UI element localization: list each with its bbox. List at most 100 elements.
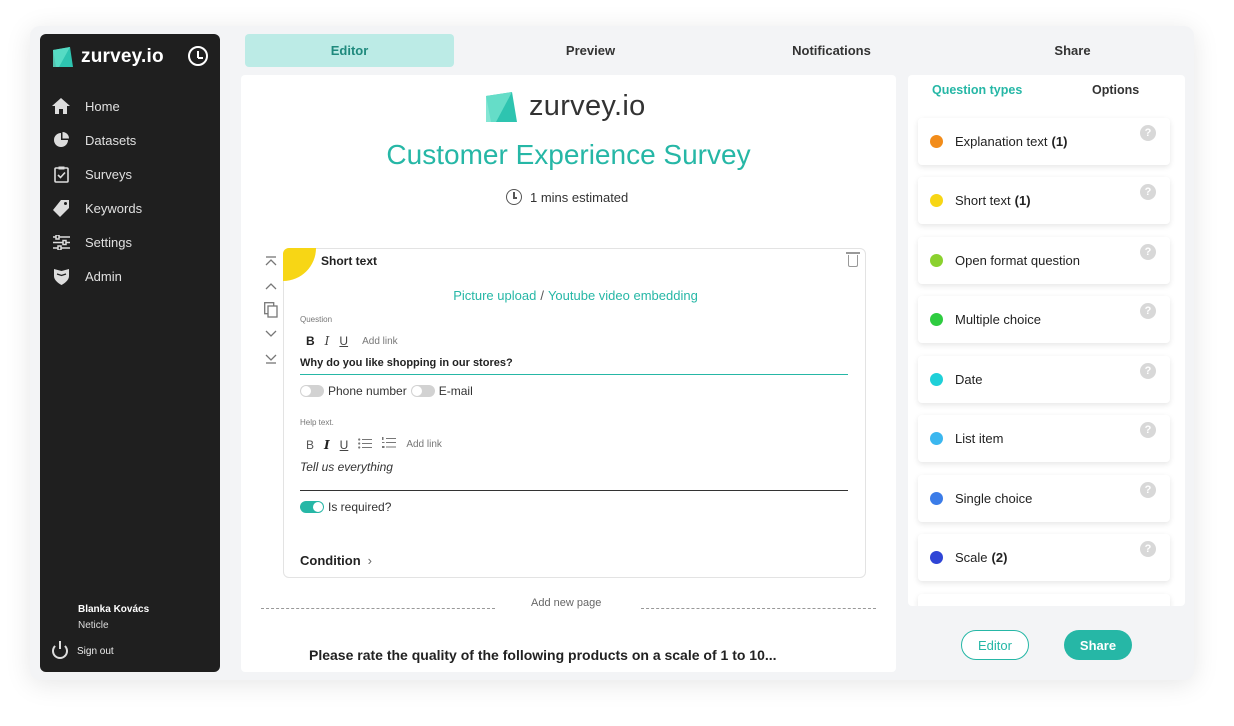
- tab-preview[interactable]: Preview: [486, 34, 695, 67]
- question-type-open-format[interactable]: Open format question ?: [918, 237, 1170, 284]
- picture-upload-link[interactable]: Picture upload: [453, 288, 536, 303]
- media-links: Picture upload / Youtube video embedding: [284, 288, 867, 303]
- survey-title[interactable]: Customer Experience Survey: [241, 139, 896, 171]
- question-type-label: Short text: [321, 254, 378, 268]
- is-required-toggle[interactable]: [300, 501, 324, 513]
- help-icon[interactable]: ?: [1140, 303, 1156, 319]
- numbered-list-icon[interactable]: [382, 437, 397, 452]
- user-org: Neticle: [78, 620, 109, 631]
- next-question-preview[interactable]: Please rate the quality of the following…: [309, 647, 777, 663]
- question-type-more[interactable]: [918, 594, 1170, 606]
- app-logo[interactable]: zurvey.io: [53, 46, 164, 68]
- type-count: (2): [991, 550, 1008, 565]
- sidebar-item-settings[interactable]: Settings: [40, 225, 220, 259]
- add-link-button[interactable]: Add link: [362, 336, 398, 347]
- question-type-list-item[interactable]: List item ?: [918, 415, 1170, 462]
- sliders-icon: [52, 233, 70, 251]
- editor-button[interactable]: Editor: [961, 630, 1029, 660]
- type-label: Date: [955, 372, 983, 387]
- divider: [641, 608, 876, 609]
- sidebar-item-label: Settings: [85, 234, 132, 250]
- type-label: Multiple choice: [955, 312, 1041, 327]
- timer-icon[interactable]: [188, 46, 208, 66]
- question-label: Question: [300, 315, 333, 324]
- sidebar-item-datasets[interactable]: Datasets: [40, 123, 220, 157]
- move-to-top-icon[interactable]: [263, 250, 279, 274]
- type-label: Single choice: [955, 491, 1033, 506]
- help-icon[interactable]: ?: [1140, 244, 1156, 260]
- sign-out-button[interactable]: Sign out: [52, 641, 114, 659]
- sidebar-item-label: Keywords: [85, 200, 143, 216]
- type-color-dot: [930, 373, 943, 386]
- sign-out-label: Sign out: [77, 645, 114, 657]
- type-color-dot: [930, 254, 943, 267]
- share-button[interactable]: Share: [1064, 630, 1132, 660]
- bullet-list-icon[interactable]: [358, 437, 373, 452]
- help-text-label: Help text.: [300, 418, 334, 427]
- help-icon[interactable]: ?: [1140, 541, 1156, 557]
- sidebar-item-home[interactable]: Home: [40, 89, 220, 123]
- sidebar-item-label: Admin: [85, 268, 122, 284]
- phone-number-toggle[interactable]: [300, 385, 324, 397]
- question-type-multiple-choice[interactable]: Multiple choice ?: [918, 296, 1170, 343]
- move-down-icon[interactable]: [263, 322, 279, 346]
- condition-button[interactable]: Condition ›: [300, 553, 372, 568]
- add-new-page-button[interactable]: Add new page: [531, 597, 601, 609]
- type-color-dot: [930, 432, 943, 445]
- sidebar-item-surveys[interactable]: Surveys: [40, 157, 220, 191]
- type-color-dot: [930, 313, 943, 326]
- question-type-single-choice[interactable]: Single choice ?: [918, 475, 1170, 522]
- sidebar-item-label: Datasets: [85, 132, 137, 148]
- help-icon[interactable]: ?: [1140, 422, 1156, 438]
- type-label: Explanation text: [955, 134, 1048, 149]
- trash-icon[interactable]: [846, 252, 860, 267]
- help-icon[interactable]: ?: [1140, 125, 1156, 141]
- question-input[interactable]: Why do you like shopping in our stores?: [300, 357, 848, 375]
- type-label: Short text: [955, 193, 1011, 208]
- tab-share[interactable]: Share: [968, 34, 1177, 67]
- question-type-explanation-text[interactable]: Explanation text (1) ?: [918, 118, 1170, 165]
- sidebar-item-admin[interactable]: Admin: [40, 259, 220, 293]
- tag-icon: [52, 199, 70, 217]
- email-toggle[interactable]: [410, 385, 435, 397]
- underline-button[interactable]: U: [339, 334, 348, 348]
- type-label: Open format question: [955, 253, 1081, 268]
- help-text-input[interactable]: Tell us everything: [300, 460, 848, 491]
- move-up-icon[interactable]: [263, 274, 279, 298]
- tab-editor[interactable]: Editor: [245, 34, 454, 67]
- copy-icon[interactable]: [263, 298, 279, 322]
- sidebar: zurvey.io Home Datasets Surveys Keywords…: [40, 34, 220, 672]
- clock-icon: [506, 189, 522, 205]
- youtube-embed-link[interactable]: Youtube video embedding: [548, 288, 698, 303]
- pie-chart-icon: [52, 131, 70, 149]
- logo-text: zurvey.io: [81, 46, 164, 67]
- move-to-bottom-icon[interactable]: [263, 346, 279, 370]
- help-icon[interactable]: ?: [1140, 363, 1156, 379]
- type-color-dot: [930, 551, 943, 564]
- tab-options[interactable]: Options: [1092, 83, 1139, 97]
- is-required-label: Is required?: [328, 500, 392, 514]
- estimate-text: 1 mins estimated: [530, 189, 629, 205]
- italic-button[interactable]: I: [324, 438, 330, 452]
- sidebar-item-keywords[interactable]: Keywords: [40, 191, 220, 225]
- type-label: List item: [955, 431, 1004, 446]
- question-type-scale[interactable]: Scale (2) ?: [918, 534, 1170, 581]
- bold-button[interactable]: B: [306, 438, 314, 452]
- type-count: (1): [1014, 193, 1031, 208]
- question-format-toolbar: B I U Add link: [306, 334, 398, 348]
- help-icon[interactable]: ?: [1140, 184, 1156, 200]
- underline-button[interactable]: U: [340, 438, 349, 452]
- question-type-date[interactable]: Date ?: [918, 356, 1170, 403]
- bold-button[interactable]: B: [306, 334, 315, 348]
- italic-button[interactable]: I: [325, 334, 330, 348]
- add-link-button[interactable]: Add link: [406, 439, 442, 450]
- divider: [261, 608, 495, 609]
- help-icon[interactable]: ?: [1140, 482, 1156, 498]
- type-color-dot: [930, 135, 943, 148]
- required-toggle-row: Is required?: [300, 500, 391, 514]
- home-icon: [52, 97, 70, 115]
- tab-question-types[interactable]: Question types: [932, 83, 1022, 97]
- tab-notifications[interactable]: Notifications: [727, 34, 936, 67]
- question-type-short-text[interactable]: Short text (1) ?: [918, 177, 1170, 224]
- type-label: Scale: [955, 550, 988, 565]
